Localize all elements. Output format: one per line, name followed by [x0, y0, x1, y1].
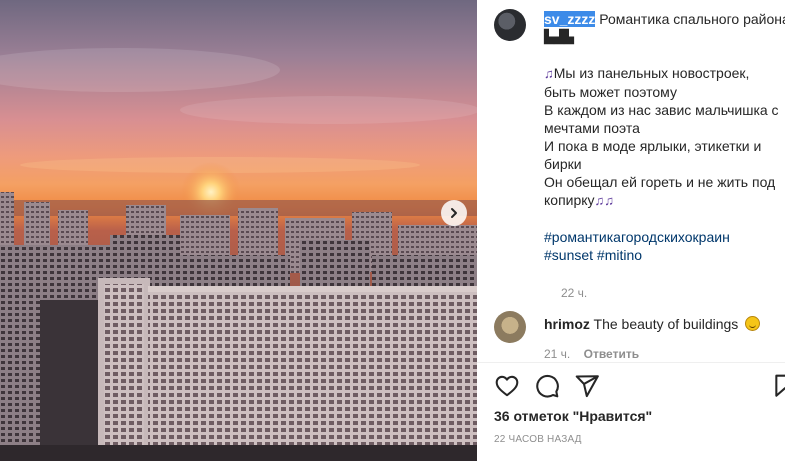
post-time: 22 ч.	[561, 286, 588, 300]
post-photo	[0, 0, 477, 461]
sunset-cityscape-image	[0, 0, 477, 461]
comment-button[interactable]	[534, 373, 562, 401]
caption-title: Романтика спального района	[599, 11, 785, 27]
caption-line: И пока в моде ярлыки, этикетки и	[544, 138, 762, 154]
heart-icon	[495, 375, 519, 397]
next-photo-button[interactable]	[441, 200, 467, 226]
caption-first-line: sv_zzzz Романтика спального района	[544, 10, 785, 28]
commenter-avatar[interactable]	[494, 311, 526, 343]
save-button[interactable]	[772, 373, 785, 401]
likes-count[interactable]: 36 отметок "Нравится"	[494, 408, 652, 424]
cityscape-icon: ▙▟▙	[544, 29, 574, 44]
comment-icon	[536, 374, 559, 398]
music-notes-icon: ♫♫	[594, 193, 615, 208]
bookmark-icon	[775, 374, 785, 397]
smiley-icon	[745, 316, 761, 331]
hashtag-link[interactable]: #романтикагородскихокраин	[544, 228, 785, 246]
commenter-username[interactable]: hrimoz	[544, 316, 590, 332]
music-notes-icon: ♫	[544, 66, 554, 81]
caption-line: Он обещал ей гореть и не жить под	[544, 174, 776, 190]
chevron-right-icon	[451, 208, 457, 218]
comment-time: 21 ч.	[544, 347, 571, 361]
divider	[477, 362, 785, 363]
caption-line: бирки	[544, 156, 582, 172]
caption-line: ♫Мы из панельных новостроек,	[544, 65, 750, 81]
avatar[interactable]	[494, 9, 526, 41]
post-sidebar: sv_zzzz Романтика спального района ▙▟▙ ♫…	[477, 0, 785, 461]
caption-line: мечтами поэта	[544, 120, 640, 136]
share-button[interactable]	[574, 373, 602, 401]
post-caption: sv_zzzz Романтика спального района ▙▟▙ ♫…	[544, 10, 785, 264]
share-icon	[575, 375, 599, 398]
caption-line: быть может поэтому	[544, 84, 677, 100]
hashtag-link[interactable]: #sunset #mitino	[544, 246, 785, 264]
like-button[interactable]	[494, 373, 522, 401]
post-date: 22 ЧАСОВ НАЗАД	[494, 434, 582, 445]
post-username[interactable]: sv_zzzz	[544, 11, 596, 27]
caption-line: копирку♫♫	[544, 192, 615, 208]
comment-text: The beauty of buildings	[593, 316, 739, 332]
comment-meta: 21 ч. Ответить	[544, 347, 639, 361]
reply-button[interactable]: Ответить	[584, 347, 639, 361]
caption-line: В каждом из нас завис мальчишка с	[544, 102, 779, 118]
comment-body: hrimoz The beauty of buildings	[544, 316, 761, 332]
action-bar	[494, 373, 785, 401]
